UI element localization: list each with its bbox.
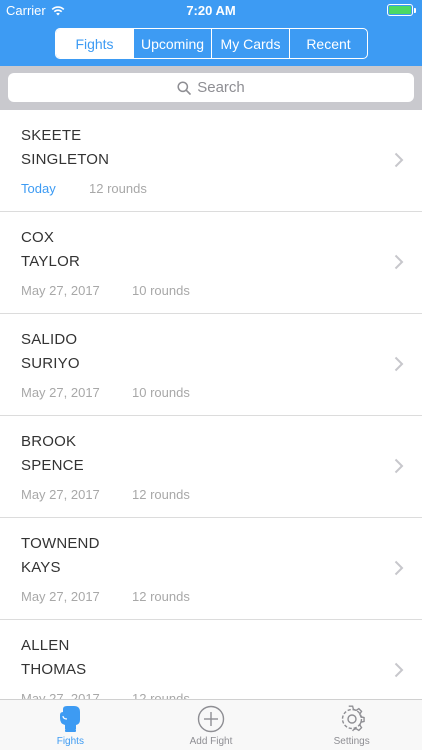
fight-row[interactable]: BROOK SPENCE May 27, 2017 12 rounds [0,416,422,518]
tab-label: Settings [333,736,370,747]
fight-date: May 27, 2017 [21,487,100,502]
chevron-right-icon [394,560,404,576]
boxing-glove-icon [60,706,81,732]
fighter-one: COX [21,229,55,246]
status-bar: Carrier 7:20 AM [0,0,422,22]
fighter-two: TAYLOR [21,253,80,270]
segment-upcoming[interactable]: Upcoming [133,29,211,58]
segment-fights[interactable]: Fights [56,29,133,58]
fight-rounds: 10 rounds [132,283,190,298]
fighter-one: SALIDO [21,331,78,348]
chevron-right-icon [394,458,404,474]
fight-rounds: 12 rounds [132,589,190,604]
battery-icon [387,4,413,16]
fighter-two: KAYS [21,559,61,576]
fight-row[interactable]: TOWNEND KAYS May 27, 2017 12 rounds [0,518,422,620]
tab-label: Fights [56,736,84,747]
fighter-two: SINGLETON [21,151,110,168]
segment-my-cards[interactable]: My Cards [211,29,289,58]
gear-icon [341,705,365,732]
search-icon [177,80,192,95]
add-circle-icon [197,705,225,733]
segment-recent[interactable]: Recent [289,29,367,58]
fight-rounds: 12 rounds [89,181,147,196]
fight-date: May 27, 2017 [21,385,100,400]
search-placeholder: Search [197,79,245,96]
fighter-two: SPENCE [21,457,84,474]
fight-date: May 27, 2017 [21,589,100,604]
status-time: 7:20 AM [186,3,236,18]
fight-rounds: 12 rounds [132,487,190,502]
fight-list: SKEETE SINGLETON Today 12 rounds COX TAY… [0,110,422,700]
fight-rounds: 10 rounds [132,385,190,400]
search-input[interactable]: Search [8,73,414,102]
tab-fights[interactable]: Fights [0,700,141,750]
search-bar: Search [0,66,422,110]
fighter-two: SURIYO [21,355,80,372]
fighter-two: THOMAS [21,661,87,678]
chevron-right-icon [394,356,404,372]
chevron-right-icon [394,254,404,270]
tab-settings[interactable]: Settings [281,700,422,750]
status-right [387,4,416,16]
chevron-right-icon [394,152,404,168]
fighter-one: TOWNEND [21,535,100,552]
fighter-one: ALLEN [21,637,70,654]
fighter-one: SKEETE [21,127,82,144]
tab-add-fight[interactable]: Add Fight [141,700,282,750]
segmented-control: Fights Upcoming My Cards Recent [55,28,368,59]
header: Carrier 7:20 AM Fights Upcoming My Cards… [0,0,422,66]
fighter-one: BROOK [21,433,77,450]
tab-bar: Fights Add Fight Settings [0,699,422,750]
fight-row[interactable]: ALLEN THOMAS May 27, 2017 12 rounds [0,620,422,700]
fight-date: Today [21,181,56,196]
fight-row[interactable]: SKEETE SINGLETON Today 12 rounds [0,110,422,212]
tab-label: Add Fight [189,736,233,747]
fight-row[interactable]: COX TAYLOR May 27, 2017 10 rounds [0,212,422,314]
fight-date: May 27, 2017 [21,283,100,298]
chevron-right-icon [394,662,404,678]
fight-row[interactable]: SALIDO SURIYO May 27, 2017 10 rounds [0,314,422,416]
